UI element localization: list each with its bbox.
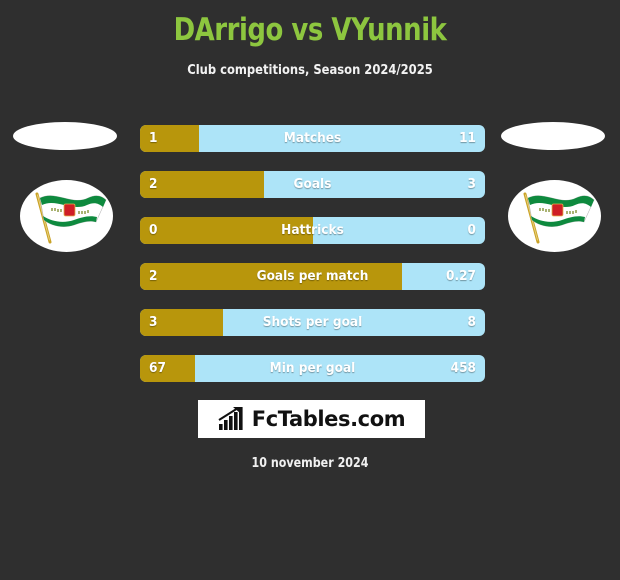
stat-row: 2 Goals per match 0.27 bbox=[140, 263, 485, 290]
stat-away-value: 3 bbox=[467, 176, 476, 192]
stat-label: Goals bbox=[293, 176, 332, 192]
stats-comparison-list: 1 Matches 11 2 Goals 3 0 Hattricks 0 2 G… bbox=[140, 125, 485, 401]
team-photo-placeholder-right bbox=[501, 122, 605, 150]
stat-label: Shots per goal bbox=[262, 314, 363, 330]
team-photo-placeholder-left bbox=[13, 122, 117, 150]
logo-text: FcTables.com bbox=[251, 407, 406, 431]
footer-date: 10 november 2024 bbox=[251, 456, 369, 471]
stat-label: Min per goal bbox=[269, 360, 356, 376]
team-crest-left bbox=[20, 180, 113, 252]
stat-row: 2 Goals 3 bbox=[140, 171, 485, 198]
crest-column-left bbox=[6, 118, 126, 258]
stat-away-value: 8 bbox=[467, 314, 476, 330]
fctables-logo[interactable]: FcTables.com bbox=[198, 400, 425, 438]
stat-label: Hattricks bbox=[281, 222, 344, 238]
stat-away-value: 0 bbox=[467, 222, 476, 238]
stat-row: 3 Shots per goal 8 bbox=[140, 309, 485, 336]
team-crest-right bbox=[508, 180, 601, 252]
stat-label: Matches bbox=[283, 130, 342, 146]
pennant-flag-icon bbox=[523, 192, 595, 244]
stat-row: 67 Min per goal 458 bbox=[140, 355, 485, 382]
stat-away-value: 11 bbox=[459, 130, 476, 146]
bar-chart-trend-icon bbox=[218, 407, 243, 430]
header: DArrigo vs VYunnik Club competitions, Se… bbox=[0, 0, 620, 78]
pennant-flag-icon bbox=[35, 192, 107, 244]
stat-label: Goals per match bbox=[256, 268, 369, 284]
stat-away-value: 458 bbox=[450, 360, 476, 376]
stat-away-value: 0.27 bbox=[446, 268, 476, 284]
page-title: DArrigo vs VYunnik bbox=[173, 12, 447, 48]
page-subtitle: Club competitions, Season 2024/2025 bbox=[187, 62, 433, 78]
stat-row: 0 Hattricks 0 bbox=[140, 217, 485, 244]
stat-row: 1 Matches 11 bbox=[140, 125, 485, 152]
crest-column-right bbox=[494, 118, 614, 258]
